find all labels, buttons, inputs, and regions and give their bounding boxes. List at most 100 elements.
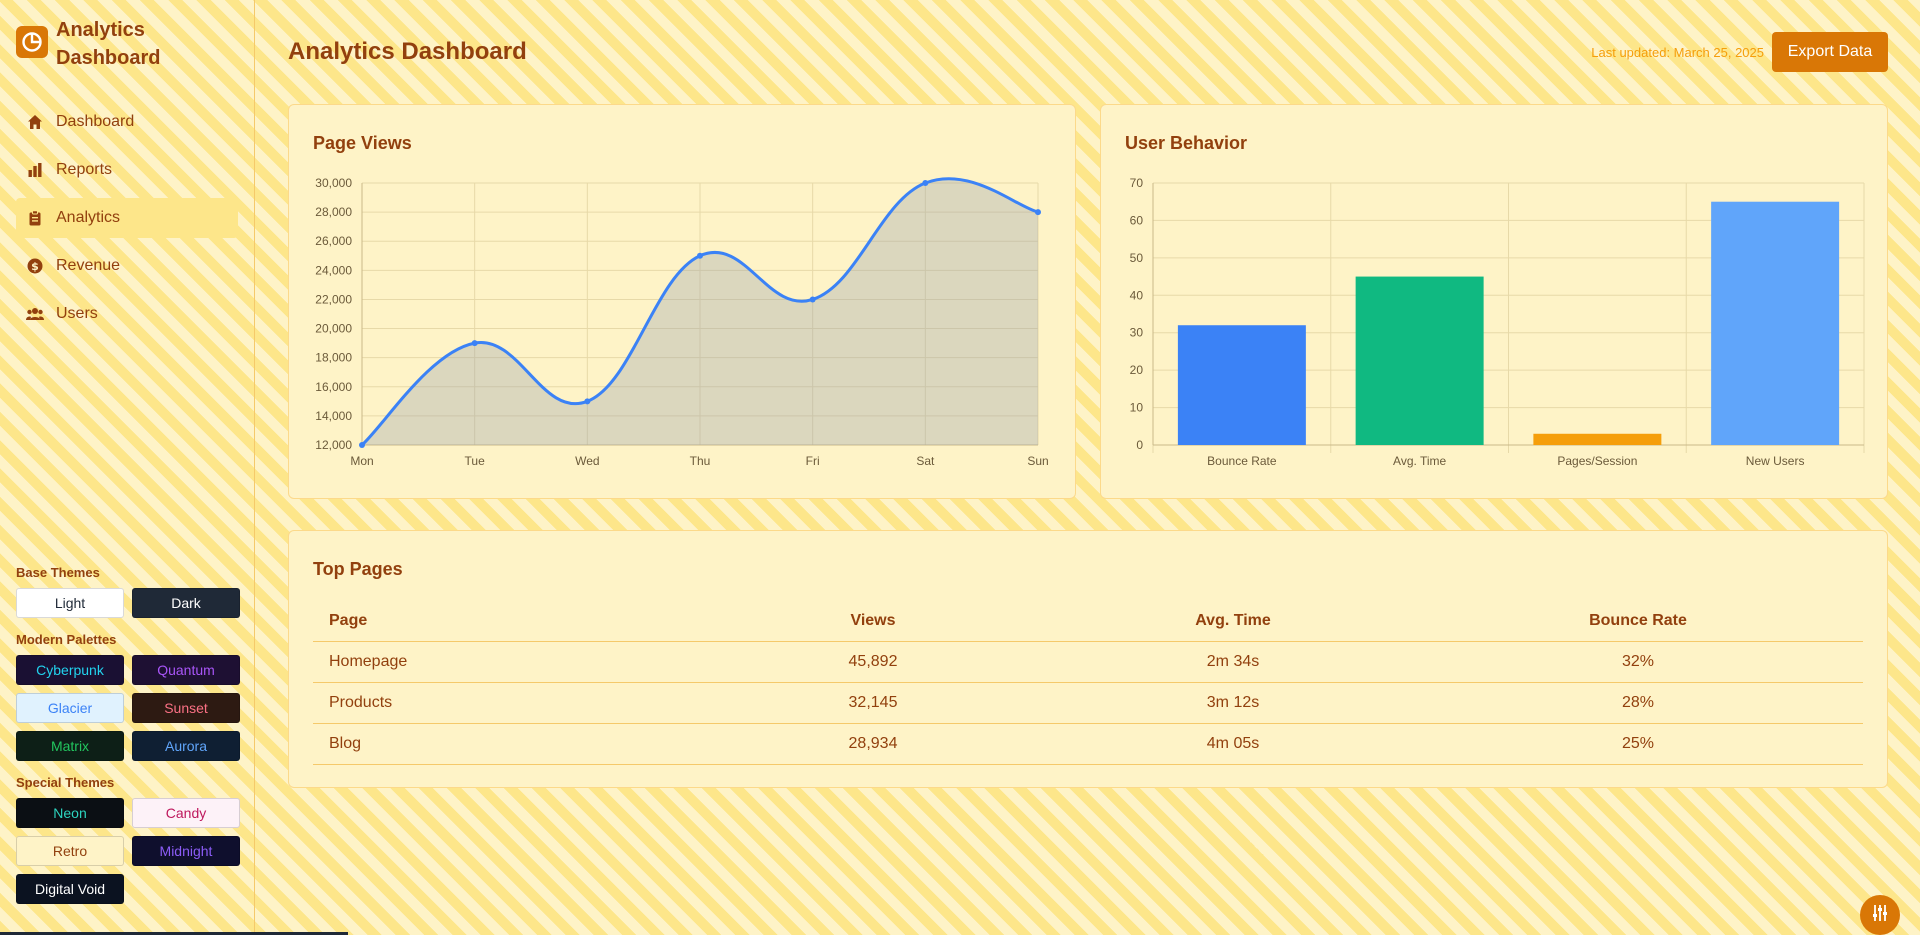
sidebar-item-label: Reports [56, 161, 113, 178]
table-header-row: Page Views Avg. Time Bounce Rate [313, 601, 1863, 642]
y-tick-label: 20,000 [315, 322, 352, 336]
x-tick-label: Bounce Rate [1207, 454, 1277, 468]
sidebar-item-label: Revenue [56, 257, 121, 274]
special-themes-grid: Neon Candy Retro Midnight Digital Void [16, 798, 240, 904]
cell-avg-time: 3m 12s [1053, 682, 1413, 724]
sidebar-item-label: Dashboard [56, 113, 135, 130]
data-point [809, 296, 816, 303]
x-tick-label: Tue [465, 454, 486, 468]
data-point [697, 252, 703, 259]
y-tick-label: 40 [1130, 288, 1144, 302]
svg-text:$: $ [31, 260, 39, 273]
page-views-chart: 12,000 14,000 16,000 18,000 20,000 22,000 24,0… [315, 176, 1048, 468]
special-themes-heading: Special Themes [16, 775, 115, 790]
sidebar-item-revenue[interactable]: $ Revenue [16, 246, 238, 286]
y-tick-label: 70 [1130, 176, 1144, 190]
theme-button-matrix[interactable]: Matrix [16, 731, 124, 761]
top-pages-title: Top Pages [313, 559, 403, 579]
y-tick-label: 20 [1130, 363, 1144, 377]
data-point [471, 340, 478, 347]
bar [1711, 201, 1840, 445]
y-tick-label: 28,000 [315, 205, 352, 219]
x-tick-label: Sat [916, 454, 935, 468]
theme-button-candy[interactable]: Candy [132, 798, 240, 828]
theme-button-retro[interactable]: Retro [16, 836, 124, 866]
users-icon [26, 305, 44, 323]
x-tick-label: New Users [1746, 454, 1805, 468]
column-header-bounce-rate[interactable]: Bounce Rate [1413, 601, 1863, 642]
theme-button-midnight[interactable]: Midnight [132, 836, 240, 866]
y-tick-label: 14,000 [315, 409, 352, 423]
data-point [922, 180, 929, 186]
theme-button-neon[interactable]: Neon [16, 798, 124, 828]
theme-settings-button[interactable] [1860, 895, 1900, 935]
theme-button-glacier[interactable]: Glacier [16, 693, 124, 723]
sidebar-item-reports[interactable]: Reports [16, 150, 238, 190]
page-views-card: Page Views 12,000 14,000 16,000 18,000 20,00… [288, 104, 1076, 499]
sidebar-nav: Dashboard Reports Analytics $ Revenue Us… [16, 102, 238, 334]
top-pages-table: Page Views Avg. Time Bounce Rate Homepag… [313, 601, 1863, 765]
sidebar-item-label: Users [56, 305, 98, 322]
home-icon [26, 113, 44, 131]
theme-button-quantum[interactable]: Quantum [132, 655, 240, 685]
x-tick-label: Fri [806, 454, 820, 468]
bar [1177, 325, 1306, 445]
brand[interactable]: Analytics Dashboard [16, 16, 238, 72]
sidebar-item-label: Analytics [56, 209, 121, 226]
x-tick-label: Pages/Session [1557, 454, 1637, 468]
y-tick-label: 10 [1130, 401, 1144, 415]
y-tick-label: 24,000 [315, 263, 352, 277]
cell-views: 28,934 [693, 723, 1053, 765]
cell-views: 45,892 [693, 641, 1053, 683]
cell-avg-time: 4m 05s [1053, 723, 1413, 765]
bar [1355, 276, 1484, 445]
x-tick-label: Avg. Time [1393, 454, 1446, 468]
sliders-icon [1870, 903, 1890, 928]
y-tick-label: 12,000 [315, 438, 352, 452]
theme-button-light[interactable]: Light [16, 588, 124, 618]
y-tick-label: 16,000 [315, 380, 352, 394]
column-header-views[interactable]: Views [693, 601, 1053, 642]
column-header-avg-time[interactable]: Avg. Time [1053, 601, 1413, 642]
sidebar-item-dashboard[interactable]: Dashboard [16, 102, 238, 142]
y-tick-label: 50 [1130, 251, 1144, 265]
x-tick-label: Wed [575, 454, 599, 468]
base-themes-grid: Light Dark [16, 588, 240, 618]
table-row[interactable]: Homepage 45,892 2m 34s 32% [313, 641, 1863, 683]
bar-chart-icon [26, 161, 44, 179]
theme-button-digital-void[interactable]: Digital Void [16, 874, 124, 904]
y-tick-label: 26,000 [315, 234, 352, 248]
data-point [359, 442, 365, 448]
y-tick-label: 30,000 [315, 176, 352, 190]
cell-page: Homepage [313, 641, 693, 683]
modern-palettes-heading: Modern Palettes [16, 632, 117, 647]
cell-page: Products [313, 682, 693, 724]
base-themes-heading: Base Themes [16, 565, 100, 580]
x-tick-label: Sun [1027, 454, 1048, 468]
y-tick-label: 22,000 [315, 292, 352, 306]
bar [1533, 433, 1662, 445]
theme-button-aurora[interactable]: Aurora [132, 731, 240, 761]
cell-bounce-rate: 28% [1413, 682, 1863, 724]
cell-bounce-rate: 32% [1413, 641, 1863, 683]
column-header-page[interactable]: Page [313, 601, 693, 642]
theme-button-cyberpunk[interactable]: Cyberpunk [16, 655, 124, 685]
dollar-circle-icon: $ [26, 257, 44, 275]
data-point [1035, 209, 1041, 216]
sidebar: Analytics Dashboard Dashboard Reports An… [0, 0, 255, 935]
theme-button-sunset[interactable]: Sunset [132, 693, 240, 723]
export-data-button[interactable]: Export Data [1772, 32, 1888, 72]
sidebar-item-users[interactable]: Users [16, 294, 238, 334]
theme-button-dark[interactable]: Dark [132, 588, 240, 618]
table-row[interactable]: Blog 28,934 4m 05s 25% [313, 723, 1863, 765]
brand-title: Analytics Dashboard [56, 19, 161, 69]
modern-palettes-grid: Cyberpunk Quantum Glacier Sunset Matrix … [16, 655, 240, 761]
cell-bounce-rate: 25% [1413, 723, 1863, 765]
cell-page: Blog [313, 723, 693, 765]
y-tick-label: 0 [1136, 438, 1143, 452]
clipboard-icon [26, 209, 44, 227]
y-tick-label: 60 [1130, 213, 1144, 227]
table-row[interactable]: Products 32,145 3m 12s 28% [313, 682, 1863, 724]
x-tick-label: Thu [690, 454, 711, 468]
sidebar-item-analytics[interactable]: Analytics [16, 198, 238, 238]
